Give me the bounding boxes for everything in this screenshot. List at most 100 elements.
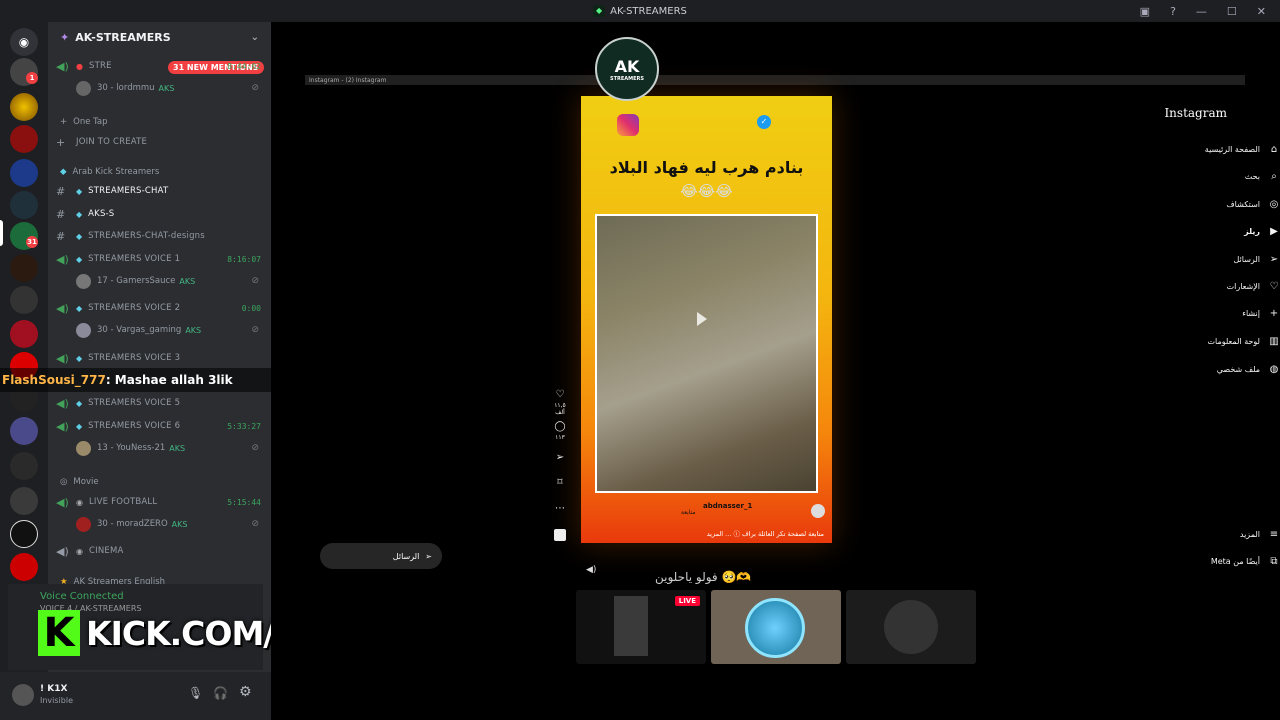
window-title: ◆ AK-STREAMERS: [593, 5, 687, 17]
screen-share-icon[interactable]: ▣: [1140, 5, 1150, 18]
voice-channel[interactable]: ◀) ◆ STREAMERS VOICE 3: [48, 348, 271, 368]
user-tag: AKS: [171, 519, 188, 529]
voice-status[interactable]: Voice Connected: [40, 591, 124, 602]
discord-home-icon[interactable]: ◉: [10, 28, 38, 56]
share-icon[interactable]: ➢: [553, 452, 567, 463]
voice-channel[interactable]: ◀) ◆ STREAMERS VOICE 1 8:16:07: [48, 249, 271, 269]
voice-channel[interactable]: ◀) ◆ STREAMERS VOICE 2 0:00: [48, 298, 271, 318]
like-icon[interactable]: ♡: [553, 389, 567, 400]
server-icon[interactable]: [10, 320, 38, 348]
server-icon[interactable]: [10, 125, 38, 153]
close-button[interactable]: ✕: [1257, 5, 1266, 18]
nav-meta[interactable]: ⧉ أيضًا من Meta: [1158, 556, 1280, 567]
channel-name: LIVE FOOTBALL: [88, 497, 158, 507]
deafen-icon: ⊘: [251, 519, 259, 529]
help-icon[interactable]: ?: [1170, 5, 1176, 18]
nav-dashboard[interactable]: ▥ لوحة المعلومات: [1153, 336, 1280, 347]
instagram-brand[interactable]: Instagram: [1164, 106, 1227, 120]
reel-video[interactable]: ✓ بنادم هرب ليه فهاد البلاد 😂😂😂 abdnasse…: [581, 96, 832, 543]
comment-count: ١١٣: [555, 434, 565, 441]
avatar[interactable]: [12, 684, 34, 706]
server-icon[interactable]: [10, 487, 38, 515]
story-avatar: [745, 598, 805, 658]
category-arab-kick-streamers[interactable]: ◆ Arab Kick Streamers: [48, 164, 271, 180]
channel-timer: 8:16:07: [227, 254, 261, 264]
nav-label: ريلز: [1244, 227, 1260, 236]
more-icon[interactable]: ⋯: [553, 503, 567, 514]
like-count: ١١,٥ ألف: [554, 402, 566, 416]
server-icon[interactable]: [10, 286, 38, 314]
voice-user[interactable]: 13 - YouNess-21 AKS ⊘: [48, 438, 271, 458]
nav-explore[interactable]: ◎ استكشاف: [1174, 199, 1280, 210]
voice-channel[interactable]: ◀) ◉ LIVE FOOTBALL 5:15:44: [48, 492, 271, 512]
headphones-icon[interactable]: 🎧: [213, 686, 228, 700]
logo-subtext: STREAMERS: [610, 75, 644, 82]
reel-author[interactable]: abdnasser_1: [703, 502, 752, 510]
hash-icon: #: [56, 207, 66, 221]
voice-user[interactable]: 30 - Vargas_gaming AKS ⊘: [48, 320, 271, 340]
menu-icon: ≡: [1269, 529, 1279, 540]
server-name: AK-STREAMERS: [75, 30, 171, 44]
text-channel[interactable]: # ◆ STREAMERS-CHAT: [48, 181, 271, 201]
voice-channel[interactable]: ◀) ● STRE 8:44:02: [48, 56, 271, 76]
nav-messages[interactable]: ➢ الرسائل: [1182, 254, 1280, 265]
nav-home[interactable]: ⌂ الصفحة الرئيسية: [1152, 144, 1280, 155]
server-icon[interactable]: [10, 93, 38, 121]
server-header[interactable]: ✦ AK-STREAMERS ⌄: [48, 22, 271, 52]
nav-search[interactable]: ⌕ بحث: [1192, 171, 1280, 182]
voice-channel[interactable]: ◀) ◉ CINEMA: [48, 541, 271, 561]
nav-label: المزيد: [1239, 530, 1260, 539]
server-icon[interactable]: [10, 254, 38, 282]
server-icon[interactable]: [10, 553, 38, 581]
plus-icon: +: [60, 117, 68, 127]
voice-user[interactable]: 30 - moradZERO AKS ⊘: [48, 514, 271, 534]
comment-icon[interactable]: ◯: [553, 421, 567, 432]
text-channel[interactable]: # ◆ AKS-S: [48, 204, 271, 224]
microphone-icon[interactable]: 🎙: [188, 686, 203, 700]
voice-channel[interactable]: ◀) ◆ STREAMERS VOICE 6 5:33:27: [48, 416, 271, 436]
messages-pill[interactable]: الرسائل ➢: [320, 543, 442, 569]
category-name: Arab Kick Streamers: [72, 167, 160, 177]
server-icon[interactable]: [10, 452, 38, 480]
channel-name: STRE: [88, 61, 112, 71]
diamond-icon: ◆: [76, 398, 83, 408]
nav-profile[interactable]: ◍ ملف شخصي: [1165, 364, 1280, 375]
channel-name: AKS-S: [88, 209, 115, 219]
diamond-icon: ◆: [76, 353, 83, 363]
story-thumbnail[interactable]: [846, 590, 976, 664]
nav-create[interactable]: + إنشاء: [1190, 308, 1280, 319]
channel-name: CINEMA: [88, 546, 124, 556]
server-icon[interactable]: [10, 520, 38, 548]
follow-button[interactable]: متابعة: [681, 509, 696, 516]
server-icon[interactable]: [10, 191, 38, 219]
category-one-tap[interactable]: + One Tap: [48, 114, 271, 130]
ak-streamers-logo: AK STREAMERS: [595, 37, 659, 101]
category-movie[interactable]: ◎ Movie: [48, 474, 271, 490]
author-avatar[interactable]: [811, 504, 825, 518]
voice-channel[interactable]: ◀) ◆ STREAMERS VOICE 5: [48, 393, 271, 413]
nav-reels[interactable]: ▶ ريلز: [1194, 226, 1280, 237]
story-thumbnail[interactable]: [711, 590, 841, 664]
chevron-down-icon[interactable]: ⌄: [251, 32, 259, 43]
diamond-icon: ◆: [76, 421, 83, 431]
join-to-create-channel[interactable]: + JOIN TO CREATE: [48, 132, 271, 152]
nav-notifications[interactable]: ♡ الإشعارات: [1174, 281, 1280, 292]
volume-icon[interactable]: ◀): [586, 565, 596, 575]
server-icon[interactable]: [10, 159, 38, 187]
voice-user[interactable]: 17 - GamersSauce AKS ⊘: [48, 271, 271, 291]
minimize-button[interactable]: —: [1196, 5, 1207, 18]
maximize-button[interactable]: ☐: [1227, 5, 1237, 18]
instagram-window-titlebar: Instagram - (2) Instagram: [305, 75, 1245, 85]
voice-user[interactable]: 30 - lordmmu AKS ⊘: [48, 78, 271, 98]
settings-gear-icon[interactable]: ⚙: [239, 684, 252, 700]
window-controls: ▣ ? — ☐ ✕: [1140, 0, 1266, 22]
play-icon[interactable]: [697, 312, 707, 326]
plus-icon: +: [1269, 308, 1279, 319]
save-icon[interactable]: ⌑: [553, 477, 567, 488]
reel-emoji: 😂😂😂: [680, 182, 733, 200]
server-icon[interactable]: [10, 417, 38, 445]
audio-icon[interactable]: [554, 529, 566, 541]
nav-more[interactable]: ≡ المزيد: [1186, 529, 1280, 540]
diamond-icon: ◆: [76, 209, 83, 219]
text-channel[interactable]: # ◆ STREAMERS-CHAT-designs: [48, 226, 271, 246]
